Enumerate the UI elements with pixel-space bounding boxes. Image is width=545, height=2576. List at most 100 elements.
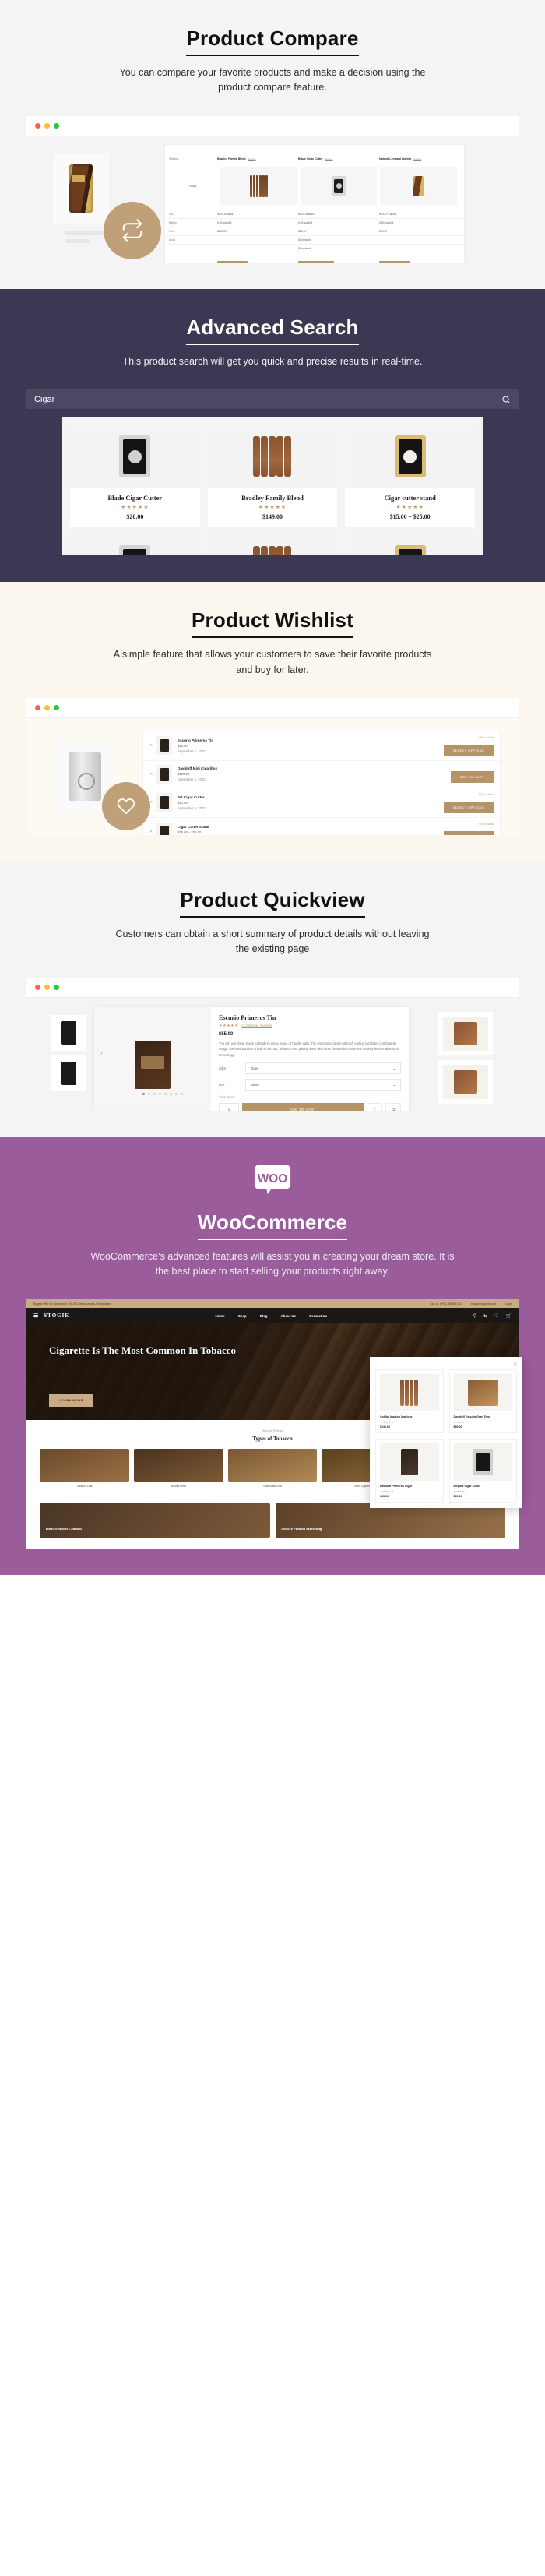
remove-icon[interactable]: ✕: [149, 743, 156, 748]
nav-item-home[interactable]: Home: [216, 1314, 225, 1318]
close-icon[interactable]: ✕: [514, 1362, 517, 1367]
bottom-card[interactable]: Tobacco Product Marketing: [275, 1503, 505, 1538]
quantity-stepper[interactable]: 1: [219, 1103, 239, 1111]
nav-item-shop[interactable]: Shop: [238, 1314, 247, 1318]
product-card[interactable]: Davidoff Primeros Cigar ★★★★★ $45.00: [375, 1439, 444, 1503]
window-close-dot[interactable]: [35, 122, 40, 129]
store-navbar: ☰ STOGIE Home Shop Blog About Us Contact…: [26, 1308, 519, 1324]
select-options-button[interactable]: SELECT OPTIONS: [443, 830, 494, 835]
nav-item-contact-us[interactable]: Contact Us: [309, 1314, 327, 1318]
type-card[interactable]: Cavendish Leaf: [227, 1449, 318, 1488]
customer-reviews-link[interactable]: (2 customer reviews): [241, 1024, 272, 1027]
remove-icon[interactable]: ✕: [149, 800, 156, 805]
carousel-dot[interactable]: [181, 1092, 183, 1095]
carousel-dot[interactable]: [153, 1092, 156, 1095]
search-icon[interactable]: ⚲: [473, 1313, 476, 1319]
product-thumbnail: [156, 764, 172, 784]
product-price: $130.00: [380, 1425, 390, 1429]
add-to-cart-button[interactable]: ADD TO CART: [450, 770, 494, 783]
hamburger-icon[interactable]: ☰: [33, 1313, 39, 1319]
product-thumbnail[interactable]: [51, 1014, 86, 1051]
compare-featured-product-image: [53, 153, 109, 224]
wishlist-icon[interactable]: ♡: [494, 1313, 498, 1319]
select-options-button[interactable]: SELECT OPTIONS: [443, 801, 494, 813]
window-close-dot[interactable]: [35, 984, 40, 990]
add-to-cart-button[interactable]: ADD TO CART: [217, 260, 248, 263]
product-name: Elegant Cigar Cutter: [453, 1485, 481, 1489]
remove-icon[interactable]: ✕: [149, 772, 156, 777]
bottom-card[interactable]: Tobacco Smoke Contains: [40, 1503, 270, 1538]
product-card[interactable]: Elegant Cigar Cutter ★★★★★ $35.00: [448, 1439, 517, 1503]
compare-column-header: Bradley Family Blend remove: [217, 150, 298, 164]
product-price: $55.00: [219, 1031, 234, 1037]
cart-icon[interactable]: 🛒: [506, 1313, 512, 1319]
product-image: [443, 1064, 488, 1099]
product-card-partial[interactable]: [70, 534, 200, 556]
window-maximize-dot[interactable]: [54, 704, 59, 710]
compare-mockup-canvas: Settings Bradley Family Blend remove Blad…: [26, 136, 519, 263]
compare-image-row: Image: [165, 166, 464, 210]
cigar-tin-icon: [400, 1449, 418, 1476]
add-to-cart-button[interactable]: ADD TO CART: [242, 1103, 364, 1111]
topbar-phone[interactable]: Call Us: (+91) 369 456 001: [430, 1302, 462, 1306]
nav-item-about-us[interactable]: About Us: [280, 1314, 296, 1318]
product-card[interactable]: Cigar cutter stand ★★★★★ $15.00 – $25.00: [345, 425, 475, 527]
compare-remove-link[interactable]: remove: [413, 157, 421, 160]
window-close-dot[interactable]: [35, 704, 40, 710]
rating-stars: ★★★★★: [453, 1421, 468, 1425]
select-options-button[interactable]: SELECT OPTIONS: [443, 744, 494, 756]
product-thumbnail[interactable]: [51, 1055, 86, 1091]
carousel-dot[interactable]: [170, 1092, 172, 1095]
window-maximize-dot[interactable]: [54, 984, 59, 990]
window-minimize-dot[interactable]: [44, 984, 50, 990]
product-card[interactable]: Bradley Family Blend ★★★★★ $149.00: [207, 425, 338, 527]
learn-more-button[interactable]: LEARN MORE: [49, 1394, 93, 1408]
store-brand[interactable]: ☰ STOGIE: [33, 1313, 69, 1319]
search-input[interactable]: [34, 394, 501, 404]
compare-remove-link[interactable]: remove: [248, 157, 256, 160]
window-maximize-dot[interactable]: [54, 122, 59, 129]
product-card-partial[interactable]: [207, 534, 338, 556]
wishlist-browser-body: ✕ Escurio Primeros Tin $55.00 September …: [26, 717, 519, 835]
quickview-subtitle: Customers can obtain a short summary of …: [115, 928, 430, 955]
wishlist-row: ✕ Jet Cigar Cutter $40.00 September 6, 2…: [143, 788, 500, 818]
carousel-dot[interactable]: [159, 1092, 161, 1095]
cigar-bundle-icon: [253, 436, 292, 477]
compare-table-header: Settings Bradley Family Blend remove Blad…: [165, 145, 464, 166]
remove-icon[interactable]: ✕: [149, 830, 156, 834]
select-options-button[interactable]: SELECT OPTIONS: [298, 260, 334, 263]
product-card[interactable]: Blade Cigar Cutter ★★★★★ $20.00: [70, 425, 200, 527]
carousel-dot[interactable]: [148, 1092, 150, 1095]
compare-icon[interactable]: ⇆: [483, 1313, 487, 1319]
size-select[interactable]: Small ⌄: [245, 1079, 401, 1091]
type-card[interactable]: Tobacco Leaf: [40, 1449, 129, 1488]
compare-cell-image: [220, 167, 297, 205]
carousel-dot[interactable]: [142, 1092, 145, 1095]
type-card[interactable]: Bundle Lead: [133, 1449, 223, 1488]
product-card-partial[interactable]: [345, 534, 475, 556]
product-card[interactable]: Cohiba Maduro Magicos ★★★★★ $130.00: [375, 1369, 444, 1434]
compare-subtitle: You can compare your favorite products a…: [119, 67, 426, 93]
color-select[interactable]: Gray ⌄: [245, 1062, 401, 1075]
topbar-login-link[interactable]: Login: [505, 1302, 512, 1306]
compare-row-stock-2: 50 in stock: [165, 243, 464, 252]
carousel-dot[interactable]: [175, 1092, 178, 1095]
compare-cell-value: WOO-EBN-AP: [217, 212, 234, 216]
search-bar[interactable]: [26, 389, 519, 410]
add-to-cart-button[interactable]: ADD TO CART: [379, 260, 410, 263]
compare-remove-link[interactable]: remove: [325, 157, 333, 160]
product-card[interactable]: [438, 1011, 493, 1055]
compare-feature-badge: [104, 201, 161, 259]
quickview-modal: Escurio Primeros Tin ★★★★★ (2 customer r…: [94, 1006, 409, 1111]
window-minimize-dot[interactable]: [44, 704, 50, 710]
topbar-email[interactable]: example@gmail.com: [471, 1302, 496, 1306]
product-card[interactable]: [438, 1059, 493, 1104]
search-icon[interactable]: [501, 395, 511, 404]
prev-slide-arrow[interactable]: ›: [100, 1049, 103, 1056]
carousel-dot[interactable]: [164, 1092, 167, 1095]
heart-icon[interactable]: ♡: [367, 1103, 382, 1111]
nav-item-blog[interactable]: Blog: [260, 1314, 268, 1318]
compare-icon[interactable]: ⇆: [385, 1103, 401, 1111]
window-minimize-dot[interactable]: [44, 122, 50, 129]
product-card[interactable]: Davidoff Escurio Gran Toro ★★★★★ $50.00: [448, 1369, 517, 1434]
